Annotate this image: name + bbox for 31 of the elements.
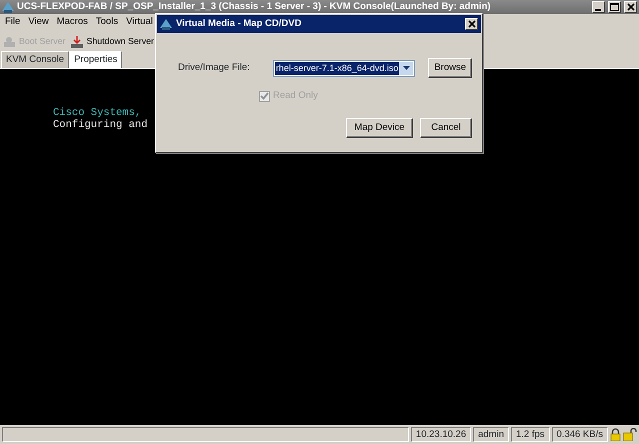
browse-button[interactable]: Browse — [428, 58, 472, 78]
minimize-button[interactable] — [592, 1, 605, 13]
status-text: 1.2 fps — [510, 427, 550, 442]
menu-item[interactable]: View — [24, 15, 53, 30]
server-icon — [3, 36, 17, 48]
locked-icon — [610, 428, 621, 441]
window-title: UCS-FLEXPOD-FAB / SP_OSP_Installer_1_3 (Chassis - 1 Server - 3) - KVM Console(Launched By: admin) — [17, 0, 492, 14]
menu-item[interactable]: Tools — [92, 15, 122, 30]
console-text: Cisco Systems, — [53, 107, 142, 119]
menu-item[interactable]: Macros — [52, 15, 92, 30]
toolbar-button[interactable]: Shutdown Server — [69, 35, 155, 49]
tab[interactable]: KVM Console — [1, 50, 70, 68]
status-text: 0.346 KB/s — [552, 427, 608, 442]
console-text: Configuring and — [53, 119, 148, 131]
close-button[interactable] — [624, 1, 637, 13]
dialog-button[interactable]: Map Device — [346, 118, 413, 138]
app-logo-icon — [2, 2, 14, 12]
menu-item[interactable]: Virtual — [122, 15, 157, 30]
field-label: Drive/Image File: — [178, 61, 250, 75]
shutdown-icon — [70, 36, 84, 48]
menu-item[interactable]: File — [1, 15, 24, 30]
status-text: 10.23.10.26 — [410, 427, 472, 442]
status-text: admin — [473, 427, 509, 442]
file-combo-box[interactable]: rhel-server-7.1-x86_64-dvd.iso — [272, 60, 416, 77]
dialog-title: Virtual Media - Map CD/DVD — [176, 16, 302, 31]
app-logo-icon — [160, 18, 172, 30]
tab[interactable]: Properties — [69, 50, 122, 68]
dialog-button[interactable]: Cancel — [420, 118, 472, 138]
unlocked-icon — [623, 428, 637, 441]
close-button[interactable] — [465, 18, 478, 30]
maximize-button[interactable] — [608, 1, 621, 13]
